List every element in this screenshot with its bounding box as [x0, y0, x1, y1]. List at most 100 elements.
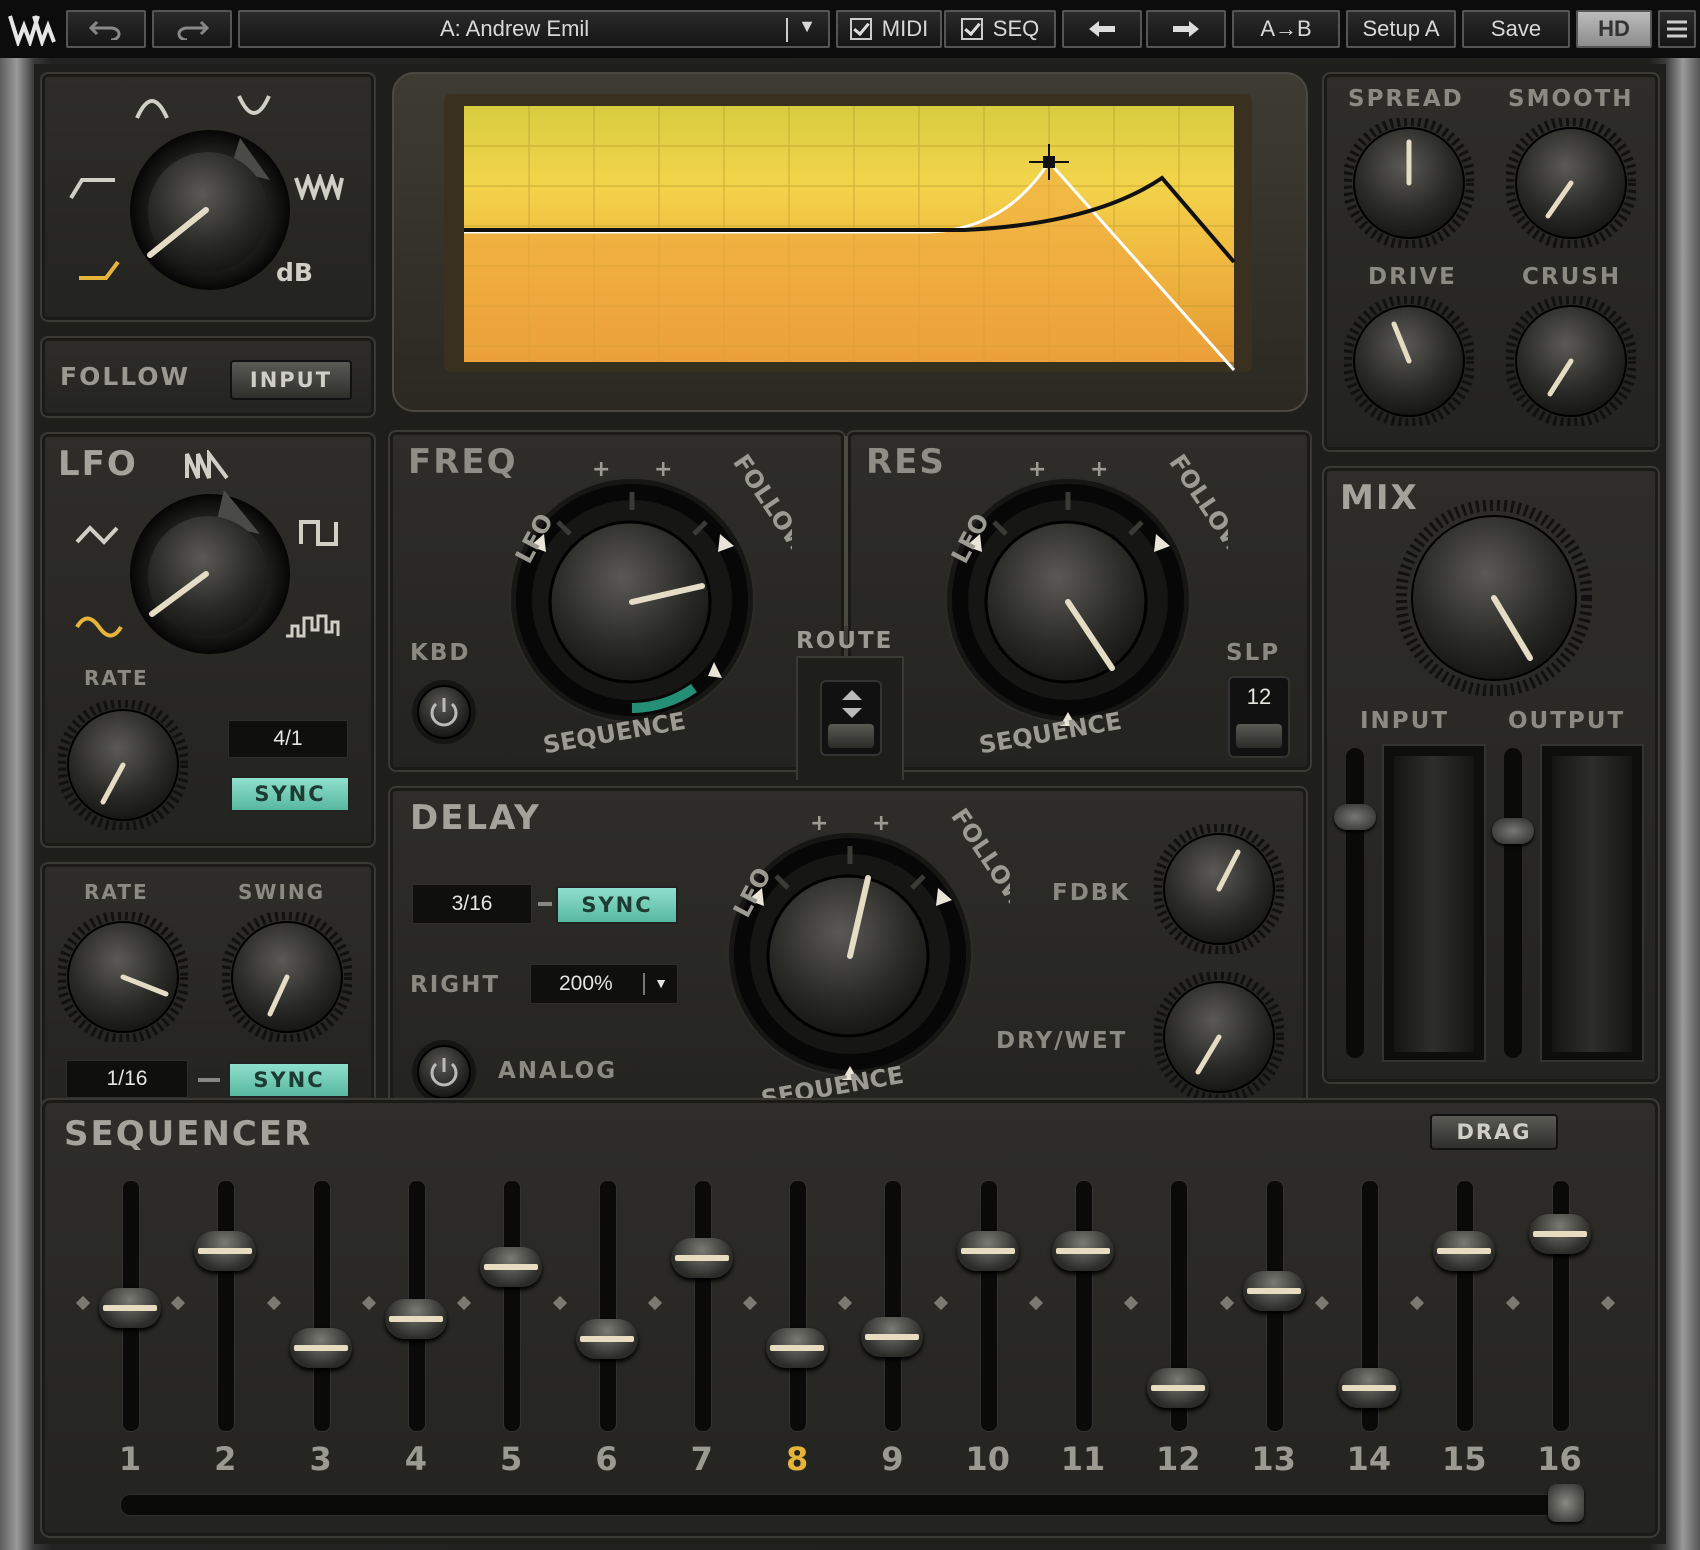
lfo-rate-knob[interactable] [58, 700, 188, 830]
seq-checkbox-icon[interactable] [960, 18, 983, 40]
analog-label: ANALOG [498, 1058, 618, 1084]
chevron-down-icon[interactable]: ▼ [798, 16, 816, 37]
midi-checkbox-icon[interactable] [849, 18, 872, 40]
sequencer-scrollbar-thumb[interactable] [1548, 1484, 1584, 1522]
notch-filter-icon[interactable] [236, 92, 272, 122]
slope-switch [1236, 724, 1282, 748]
step-slider-14[interactable] [1337, 1367, 1400, 1408]
lfo-waveform-knob[interactable] [120, 484, 300, 664]
lfo-rate-display[interactable]: 4/1 [228, 720, 348, 758]
step-slider-15[interactable] [1433, 1231, 1496, 1272]
output-gain-slider[interactable] [1492, 818, 1534, 844]
delay-right-dropdown[interactable]: 200% ▼ [530, 964, 678, 1004]
seq-sync-button[interactable]: SYNC [228, 1062, 350, 1098]
chevron-down-icon[interactable]: ▼ [654, 975, 668, 991]
waves-logo-icon[interactable] [8, 12, 56, 49]
save-label: Save [1490, 16, 1542, 41]
delay-label: DELAY [410, 798, 541, 838]
delay-sync-button[interactable]: SYNC [556, 886, 678, 924]
smooth-knob[interactable] [1506, 118, 1636, 248]
follow-label: FOLLOW [60, 362, 191, 391]
kbd-power-button[interactable] [410, 678, 478, 746]
step-number-15: 15 [1441, 1440, 1487, 1478]
prev-preset-button[interactable] [1062, 10, 1142, 48]
step-slider-11[interactable] [1052, 1231, 1114, 1272]
mix-knob[interactable] [1396, 500, 1592, 696]
step-slider-4[interactable] [384, 1299, 447, 1340]
route-button[interactable] [820, 680, 882, 756]
step-number-16: 16 [1537, 1440, 1582, 1478]
step-slider-10[interactable] [956, 1231, 1019, 1272]
fdbk-knob[interactable] [1154, 824, 1284, 954]
step-number-3: 3 [309, 1440, 332, 1478]
step-slider-6[interactable] [575, 1319, 638, 1360]
delay-time-display[interactable]: 3/16 [412, 884, 532, 924]
ab-copy-button[interactable]: A→B [1232, 10, 1340, 48]
freq-knob[interactable]: LFO FOLLOW SEQUENCE + + [472, 440, 792, 760]
step-slider-9[interactable] [861, 1317, 924, 1357]
seq-toggle[interactable]: SEQ [944, 10, 1056, 48]
drive-knob[interactable] [1344, 296, 1474, 426]
step-slider-7[interactable] [670, 1237, 733, 1278]
lfo-rate-label: RATE [84, 666, 149, 690]
step-slider-16[interactable] [1528, 1213, 1591, 1254]
bandpass-filter-icon[interactable] [134, 92, 170, 122]
step-slider-track [693, 1180, 712, 1432]
input-level-meter [1382, 744, 1486, 1062]
setup-button[interactable]: Setup A [1346, 10, 1456, 48]
drywet-knob[interactable] [1154, 972, 1284, 1102]
lfo-square-icon[interactable] [298, 518, 342, 548]
menu-icon [1667, 20, 1687, 38]
slope-selector[interactable]: 12 [1228, 676, 1290, 758]
undo-button[interactable] [66, 10, 146, 48]
midi-toggle[interactable]: MIDI [836, 10, 942, 48]
spread-knob[interactable] [1344, 118, 1474, 248]
output-meter-label: OUTPUT [1508, 708, 1626, 734]
input-gain-slider[interactable] [1334, 804, 1376, 830]
hd-button[interactable]: HD [1576, 10, 1652, 48]
filter-response-display[interactable] [444, 94, 1252, 372]
next-preset-button[interactable] [1146, 10, 1226, 48]
filter-type-selector-knob[interactable] [120, 120, 300, 300]
preset-divider [786, 18, 788, 42]
follow-input-button[interactable]: INPUT [230, 360, 352, 400]
lowpass-filter-icon[interactable] [76, 258, 126, 288]
lfo-random-icon[interactable] [284, 612, 340, 640]
step-number-12: 12 [1156, 1440, 1201, 1478]
delay-time-knob[interactable]: LFO FOLLOW SEQUENCE + + [690, 794, 1010, 1114]
step-slider-1[interactable] [99, 1288, 161, 1329]
seq-rate-display[interactable]: 1/16 [66, 1060, 188, 1098]
lfo-triangle-icon[interactable] [74, 522, 120, 548]
highpass-filter-icon[interactable] [68, 172, 118, 202]
lfo-ramp-icon[interactable] [184, 450, 230, 480]
slp-label: SLP [1226, 640, 1281, 666]
step-slider-5[interactable] [480, 1246, 543, 1287]
drag-button[interactable]: DRAG [1430, 1114, 1558, 1150]
crush-knob[interactable] [1506, 296, 1636, 426]
setup-label: Setup A [1362, 16, 1440, 41]
step-slider-3[interactable] [289, 1328, 352, 1368]
seq-rate-label: RATE [84, 880, 149, 904]
step-slider-track [884, 1180, 903, 1432]
redo-button[interactable] [152, 10, 232, 48]
save-button[interactable]: Save [1462, 10, 1570, 48]
step-slider-track [598, 1180, 617, 1432]
seq-rate-knob[interactable] [58, 912, 188, 1042]
step-slider-8[interactable] [766, 1328, 829, 1368]
menu-button[interactable] [1658, 10, 1696, 48]
res-knob[interactable]: LFO FOLLOW SEQUENCE + + [908, 440, 1228, 760]
step-slider-12[interactable] [1147, 1367, 1210, 1408]
lfo-sync-button[interactable]: SYNC [230, 776, 350, 812]
route-switch [828, 724, 874, 748]
output-gain-slot [1504, 748, 1522, 1058]
preset-selector[interactable]: A: Andrew Emil ▼ [238, 10, 830, 48]
lfo-sine-icon[interactable] [74, 612, 124, 642]
step-slider-2[interactable] [194, 1231, 257, 1272]
analog-power-button[interactable] [410, 1038, 478, 1106]
step-number-9: 9 [881, 1440, 904, 1478]
step-slider-track [789, 1180, 808, 1432]
redo-icon [177, 20, 209, 40]
seq-swing-knob[interactable] [222, 912, 352, 1042]
step-slider-13[interactable] [1242, 1270, 1305, 1311]
comb-filter-icon[interactable] [294, 174, 344, 200]
